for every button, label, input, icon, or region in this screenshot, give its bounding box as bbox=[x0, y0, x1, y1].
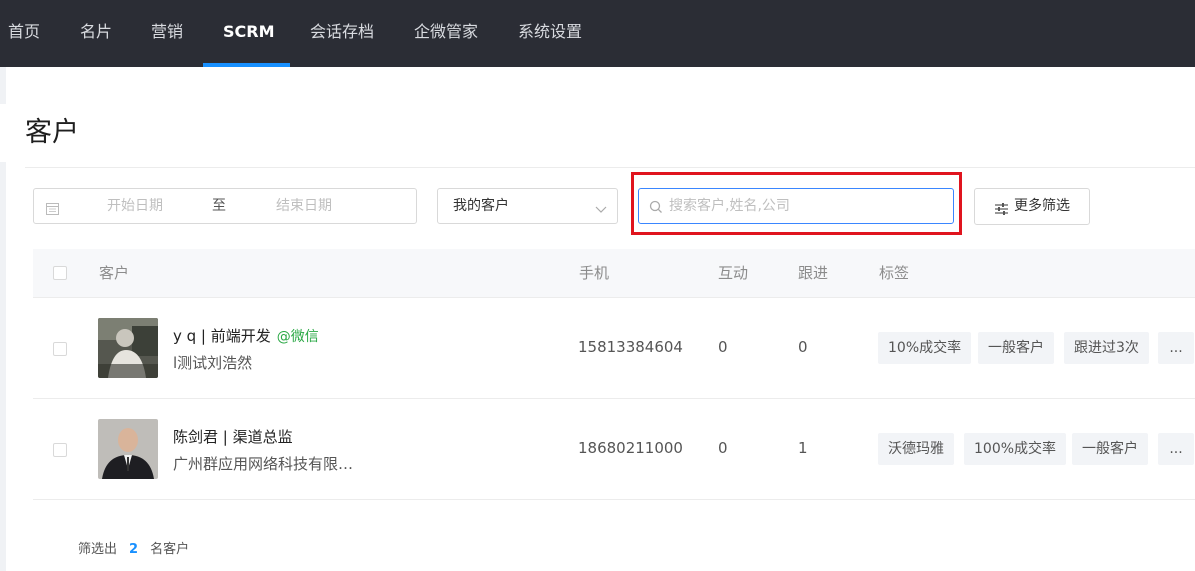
result-count-prefix: 筛选出 bbox=[78, 542, 118, 557]
nav-item-home[interactable]: 首页 bbox=[8, 0, 40, 67]
calendar-icon bbox=[46, 200, 59, 219]
customer-tag[interactable]: 10%成交率 bbox=[878, 332, 972, 364]
customer-phone: 18680211000 bbox=[578, 439, 683, 457]
search-box[interactable] bbox=[638, 188, 954, 224]
customer-phone: 15813384604 bbox=[578, 338, 683, 356]
search-input[interactable] bbox=[669, 190, 939, 222]
header-tags: 标签 bbox=[879, 264, 910, 282]
end-date-input[interactable]: 结束日期 bbox=[276, 189, 332, 223]
date-range-picker[interactable]: 开始日期 至 结束日期 bbox=[33, 188, 417, 224]
customer-tag[interactable]: 一般客户 bbox=[1072, 433, 1148, 465]
followup-count: 0 bbox=[798, 338, 808, 356]
header-followup: 跟进 bbox=[798, 264, 829, 282]
customer-tag[interactable]: 跟进过3次 bbox=[1064, 332, 1149, 364]
customer-company: 广州群应用网络科技有限… bbox=[173, 455, 354, 473]
chevron-down-icon bbox=[595, 200, 607, 219]
more-filters-button[interactable]: 更多筛选 bbox=[974, 188, 1090, 225]
table-row[interactable]: 陈剑君 | 渠道总监 广州群应用网络科技有限… 18680211000 0 1 … bbox=[33, 399, 1195, 500]
active-tab-indicator bbox=[203, 63, 290, 67]
avatar bbox=[98, 419, 158, 479]
select-all-checkbox[interactable] bbox=[53, 266, 67, 280]
avatar bbox=[98, 318, 158, 378]
customer-name-text: y q | 前端开发 bbox=[173, 327, 271, 345]
nav-item-chat-archive[interactable]: 会话存档 bbox=[310, 0, 374, 67]
row-checkbox[interactable] bbox=[53, 443, 67, 457]
wechat-source-tag: @微信 bbox=[276, 329, 319, 345]
more-tags-button[interactable]: ... bbox=[1158, 332, 1194, 364]
top-navigation: 首页 名片 营销 SCRM 会话存档 企微管家 系统设置 bbox=[0, 0, 1195, 67]
customer-tag[interactable]: 100%成交率 bbox=[964, 433, 1067, 465]
nav-item-system-settings[interactable]: 系统设置 bbox=[518, 0, 582, 67]
row-checkbox[interactable] bbox=[53, 342, 67, 356]
customer-name[interactable]: 陈剑君 | 渠道总监 bbox=[173, 426, 293, 447]
followup-count: 1 bbox=[798, 439, 808, 457]
header-phone: 手机 bbox=[579, 264, 610, 282]
result-count-suffix: 名客户 bbox=[150, 542, 190, 557]
search-icon bbox=[649, 199, 663, 218]
customer-scope-select[interactable]: 我的客户 bbox=[437, 188, 618, 224]
customer-name-text: 陈剑君 | 渠道总监 bbox=[173, 428, 293, 446]
more-filters-label: 更多筛选 bbox=[1014, 198, 1070, 214]
interaction-count: 0 bbox=[718, 338, 728, 356]
result-count-number: 2 bbox=[129, 542, 139, 557]
sliders-icon bbox=[995, 200, 1008, 219]
nav-item-wecom-manager[interactable]: 企微管家 bbox=[414, 0, 478, 67]
customer-name[interactable]: y q | 前端开发 @微信 bbox=[173, 325, 319, 346]
nav-item-marketing[interactable]: 营销 bbox=[151, 0, 183, 67]
date-separator: 至 bbox=[212, 198, 226, 214]
page-title: 客户 bbox=[25, 117, 79, 148]
customer-company: l测试刘浩然 bbox=[173, 354, 253, 372]
more-tags-button[interactable]: ... bbox=[1158, 433, 1194, 465]
nav-item-scrm[interactable]: SCRM bbox=[223, 0, 275, 67]
result-count: 筛选出 2 名客户 bbox=[78, 538, 189, 557]
customer-tag[interactable]: 一般客户 bbox=[978, 332, 1054, 364]
header-customer: 客户 bbox=[99, 264, 130, 282]
customer-tag[interactable]: 沃德玛雅 bbox=[878, 433, 954, 465]
table-header: 客户 手机 互动 跟进 标签 bbox=[33, 249, 1195, 298]
left-sidebar-edge bbox=[0, 67, 6, 571]
start-date-input[interactable]: 开始日期 bbox=[107, 189, 163, 223]
header-interaction: 互动 bbox=[718, 264, 749, 282]
interaction-count: 0 bbox=[718, 439, 728, 457]
customer-scope-value: 我的客户 bbox=[453, 198, 509, 214]
nav-item-card[interactable]: 名片 bbox=[80, 0, 112, 67]
table-row[interactable]: y q | 前端开发 @微信 l测试刘浩然 15813384604 0 0 10%… bbox=[33, 298, 1195, 399]
title-divider bbox=[25, 167, 1195, 168]
